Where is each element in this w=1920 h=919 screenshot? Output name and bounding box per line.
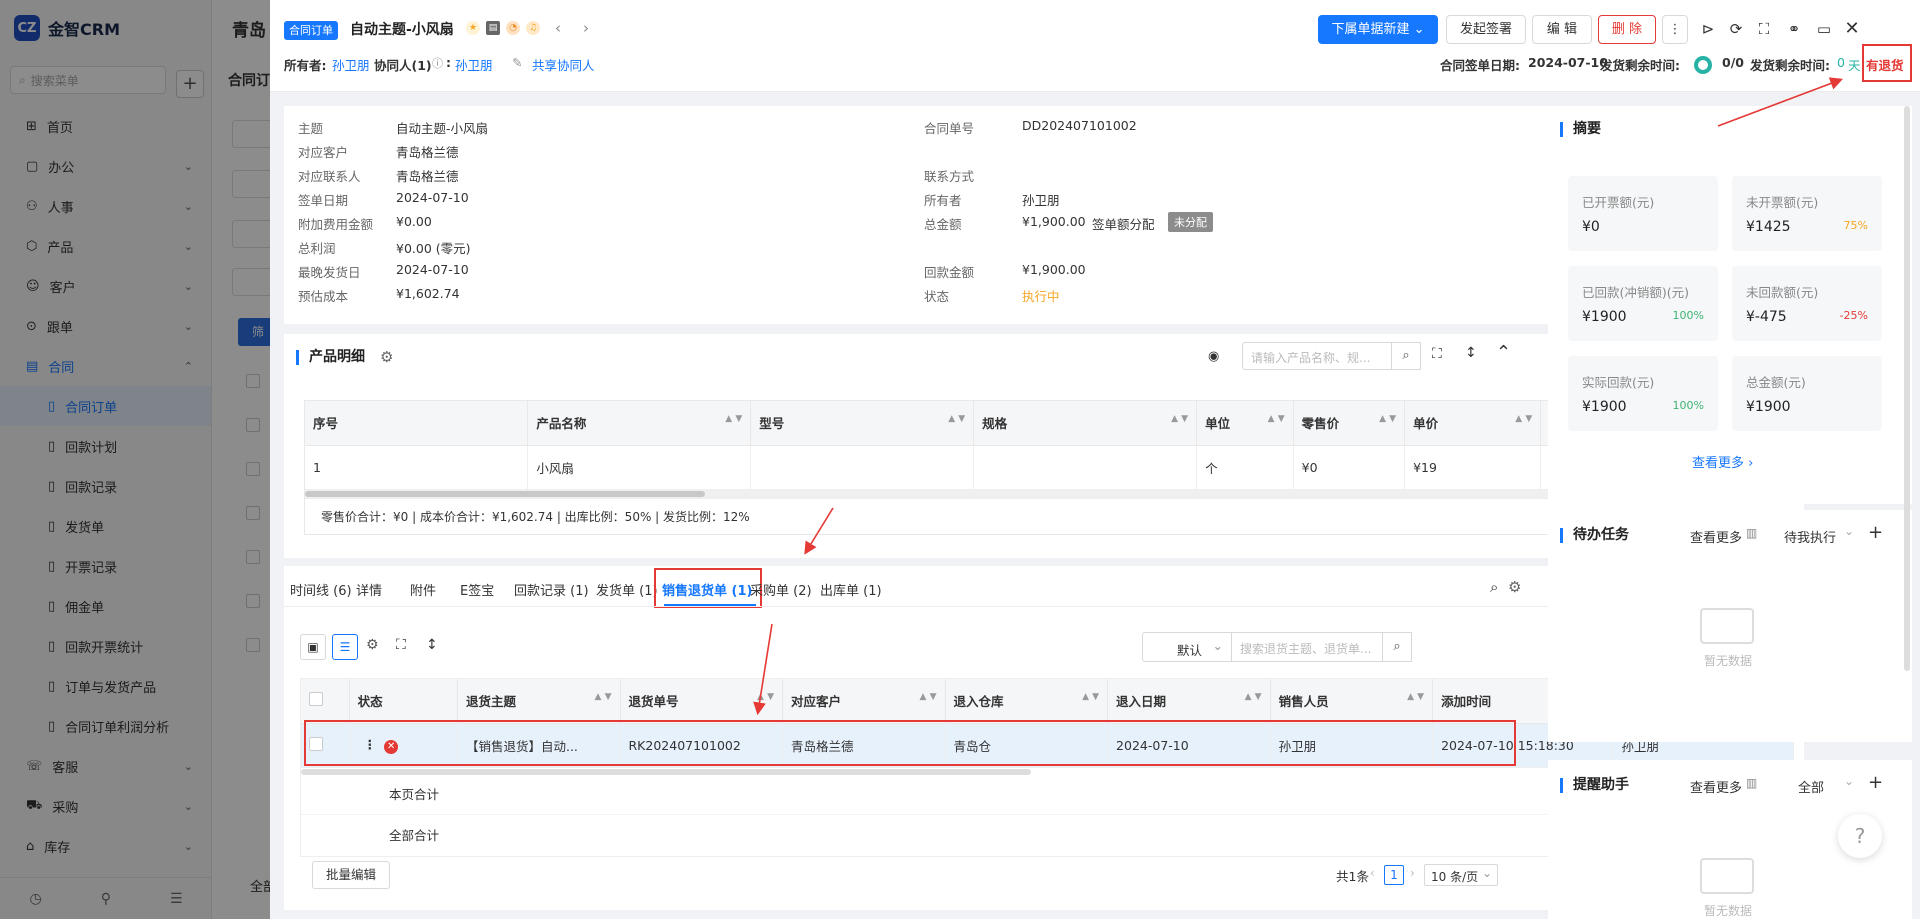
annotation-arrow <box>1717 77 1843 127</box>
annotation-arrow <box>753 623 773 716</box>
annotation-arrows <box>753 77 1843 716</box>
annotation-arrow <box>804 507 834 555</box>
